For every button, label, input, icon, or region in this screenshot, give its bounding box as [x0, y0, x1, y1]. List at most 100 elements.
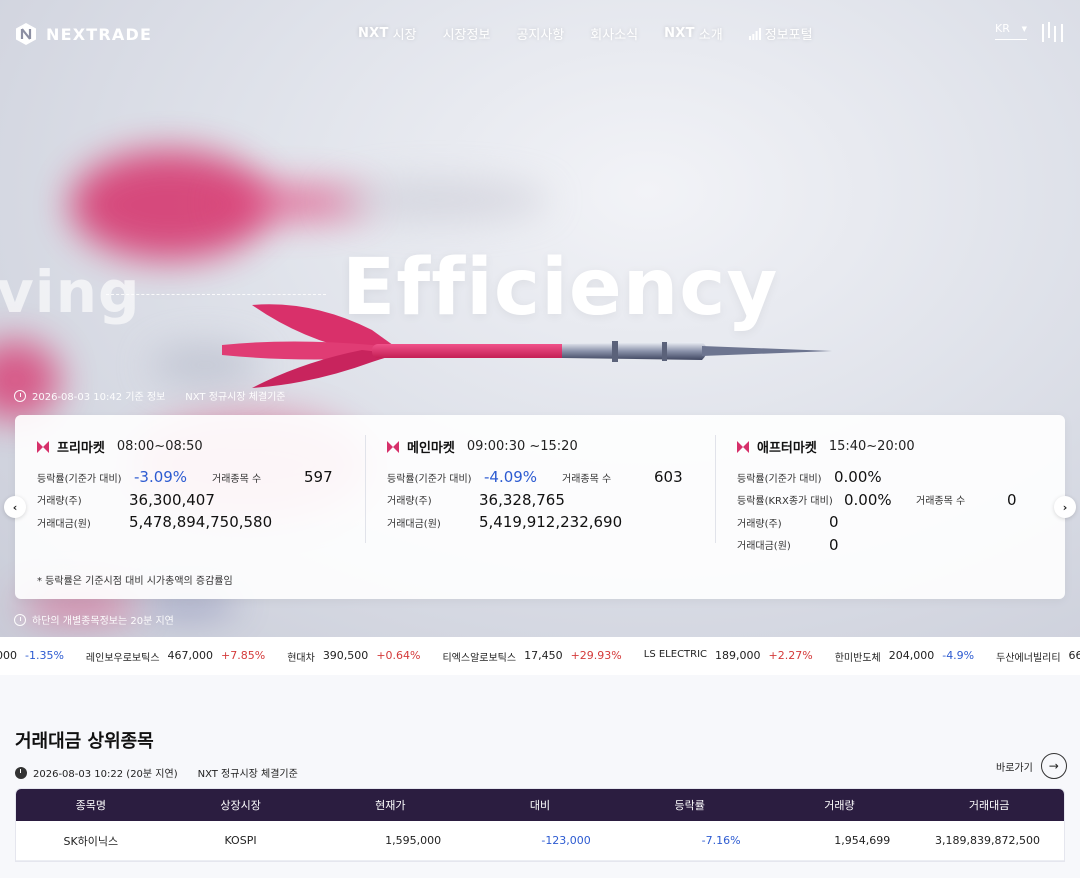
hero-word-left: ving: [0, 258, 141, 326]
krx-rate-label: 등락률(KRX종가 대비): [737, 496, 833, 508]
ticker-price: 390,500: [322, 649, 369, 662]
site-header: NEXTRADE NXT 시장 시장정보 공지사항 회사소식 NXT 소개 정보…: [0, 0, 1080, 66]
nav-label: 시장정보: [442, 28, 491, 43]
ticker-price: 000: [0, 649, 17, 662]
ticker-item[interactable]: 000 -1.35%: [0, 649, 64, 664]
column-header: 거래대금: [968, 799, 1010, 812]
nav-prefix: NXT: [664, 26, 695, 41]
nav-info-portal[interactable]: 정보포털: [748, 24, 813, 43]
blurred-dart-shape: [0, 340, 60, 420]
stock-diff: -123,000: [541, 834, 591, 847]
count-label: 거래종목 수: [562, 473, 612, 485]
market-name: 애프터마켓: [757, 441, 817, 456]
ticker-name: 티엑스알로보틱스: [442, 653, 517, 664]
nav-label: 시장: [392, 28, 417, 43]
main-nav: NXT 시장 시장정보 공지사항 회사소식 NXT 소개 정보포털: [358, 24, 813, 43]
volume-label: 거래량(주): [37, 496, 82, 508]
market-time: 08:00~08:50: [116, 439, 203, 454]
nav-prefix: NXT: [358, 26, 389, 41]
column-header: 대비: [529, 799, 551, 812]
rate-label: 등락률(기준가 대비): [387, 473, 472, 485]
nav-nxt-market[interactable]: NXT 시장: [358, 24, 417, 43]
pre-market-panel: 프리마켓 08:00~08:50 등락률(기준가 대비) -3.09% 거래종목…: [37, 437, 333, 534]
ticker-name: LS ELECTRIC: [643, 649, 708, 660]
table-row[interactable]: SK하이닉스 KOSPI 1,595,000 -123,000 -7.16% 1…: [16, 821, 1064, 861]
table-header: 종목명 상장시장 현재가 대비 등락률 거래량 거래대금: [16, 789, 1064, 821]
nav-label: 회사소식: [590, 28, 639, 43]
blurred-dart-shape: [330, 180, 550, 220]
volume-value: 36,328,765: [479, 490, 565, 509]
ticker-item[interactable]: 두산에너빌리티 66,800: [996, 649, 1080, 664]
ticker-item[interactable]: LS ELECTRIC 189,000 +2.27%: [644, 649, 813, 664]
bar-chart-icon: [748, 27, 761, 40]
krx-rate-value: 0.00%: [844, 490, 892, 509]
logo-text: NEXTRADE: [46, 24, 153, 44]
column-header: 상장시장: [220, 799, 261, 812]
amount-value: 5,419,912,232,690: [479, 513, 623, 532]
ticker-price: 17,450: [524, 649, 563, 662]
ticker-item[interactable]: 티엑스알로보틱스 17,450 +29.93%: [442, 649, 621, 664]
column-header: 현재가: [375, 799, 406, 812]
market-time: 09:00:30 ~15:20: [466, 439, 578, 454]
delay-text: 하단의 개별종목정보는 20분 지연: [32, 616, 174, 627]
stock-name: SK하이닉스: [63, 834, 119, 848]
column-header: 종목명: [75, 799, 107, 812]
language-value: KR: [995, 22, 1010, 35]
rate-label: 등락률(기준가 대비): [737, 473, 822, 485]
hero-date: 2026-08-03 10:42 기준 정보: [32, 392, 166, 403]
market-flag-icon: [387, 440, 399, 453]
ticker-price: 467,000: [167, 649, 214, 662]
section-date: 2026-08-03 10:22 (20분 지연): [33, 769, 178, 780]
ticker-item[interactable]: 레인보우로보틱스 467,000 +7.85%: [86, 649, 265, 664]
volume-value: 36,300,407: [129, 490, 215, 509]
clock-icon: [14, 389, 26, 402]
amount-label: 거래대금(원): [387, 518, 441, 530]
main-market-panel: 메인마켓 09:00:30 ~15:20 등락률(기준가 대비) -4.09% …: [387, 437, 683, 534]
ticker-change: +7.85%: [221, 649, 266, 662]
section-info: 2026-08-03 10:22 (20분 지연) NXT 정규시장 체결기준: [15, 765, 298, 780]
nav-nxt-about[interactable]: NXT 소개: [664, 24, 723, 43]
clock-icon: [15, 766, 27, 779]
volume-label: 거래량(주): [737, 518, 782, 530]
ticker-name: 한미반도체: [834, 653, 881, 664]
goto-label: 바로가기: [996, 762, 1033, 774]
nav-company-news[interactable]: 회사소식: [590, 24, 638, 43]
count-value: 597: [304, 468, 333, 487]
count-value: 0: [1007, 490, 1017, 509]
clock-icon: [14, 613, 26, 626]
count-value: 603: [654, 468, 683, 487]
market-name: 메인마켓: [407, 441, 455, 456]
nav-notices[interactable]: 공지사항: [516, 24, 564, 43]
nav-label: 소개: [698, 28, 723, 43]
language-select[interactable]: KR ▼: [995, 22, 1027, 40]
nav-market-info[interactable]: 시장정보: [443, 24, 491, 43]
after-market-panel: 애프터마켓 15:40~20:00 등락률(기준가 대비) 0.00% 등락률(…: [737, 437, 1017, 556]
column-header: 등락률: [674, 799, 705, 812]
card-footnote: * 등락률은 기준시점 대비 시가총액의 증감률임: [37, 576, 233, 587]
market-flag-icon: [737, 440, 749, 453]
ticker-item[interactable]: 한미반도체 204,000 -4.9%: [835, 649, 974, 664]
amount-value: 5,478,894,750,580: [129, 513, 273, 532]
caret-down-icon: ▼: [1021, 24, 1027, 33]
section-title: 거래대금 상위종목: [15, 731, 154, 752]
next-arrow-button[interactable]: ›: [1054, 496, 1076, 518]
logo[interactable]: NEXTRADE: [14, 22, 152, 46]
ticker-change: +0.64%: [376, 649, 421, 662]
market-flag-icon: [37, 440, 49, 453]
volume-label: 거래량(주): [387, 496, 432, 508]
goto-link[interactable]: 바로가기 →: [996, 753, 1067, 779]
stock-rate: -7.16%: [701, 834, 741, 847]
count-label: 거래종목 수: [916, 496, 966, 508]
top-stocks-table: 종목명 상장시장 현재가 대비 등락률 거래량 거래대금 SK하이닉스 KOSP…: [15, 788, 1065, 862]
menu-icon[interactable]: [1042, 22, 1064, 42]
rate-label: 등락률(기준가 대비): [37, 473, 122, 485]
ticker-price: 66,800: [1068, 649, 1080, 662]
stock-volume: 1,954,699: [834, 834, 891, 847]
stock-ticker: 000 -1.35% 레인보우로보틱스 467,000 +7.85% 현대차 3…: [0, 637, 1080, 675]
prev-arrow-button[interactable]: ‹: [4, 496, 26, 518]
rate-value: -4.09%: [484, 468, 538, 487]
divider-line: [106, 294, 326, 295]
ticker-item[interactable]: 현대차 390,500 +0.64%: [287, 649, 420, 664]
amount-value: 0: [829, 535, 839, 554]
ticker-change: +2.27%: [768, 649, 813, 662]
